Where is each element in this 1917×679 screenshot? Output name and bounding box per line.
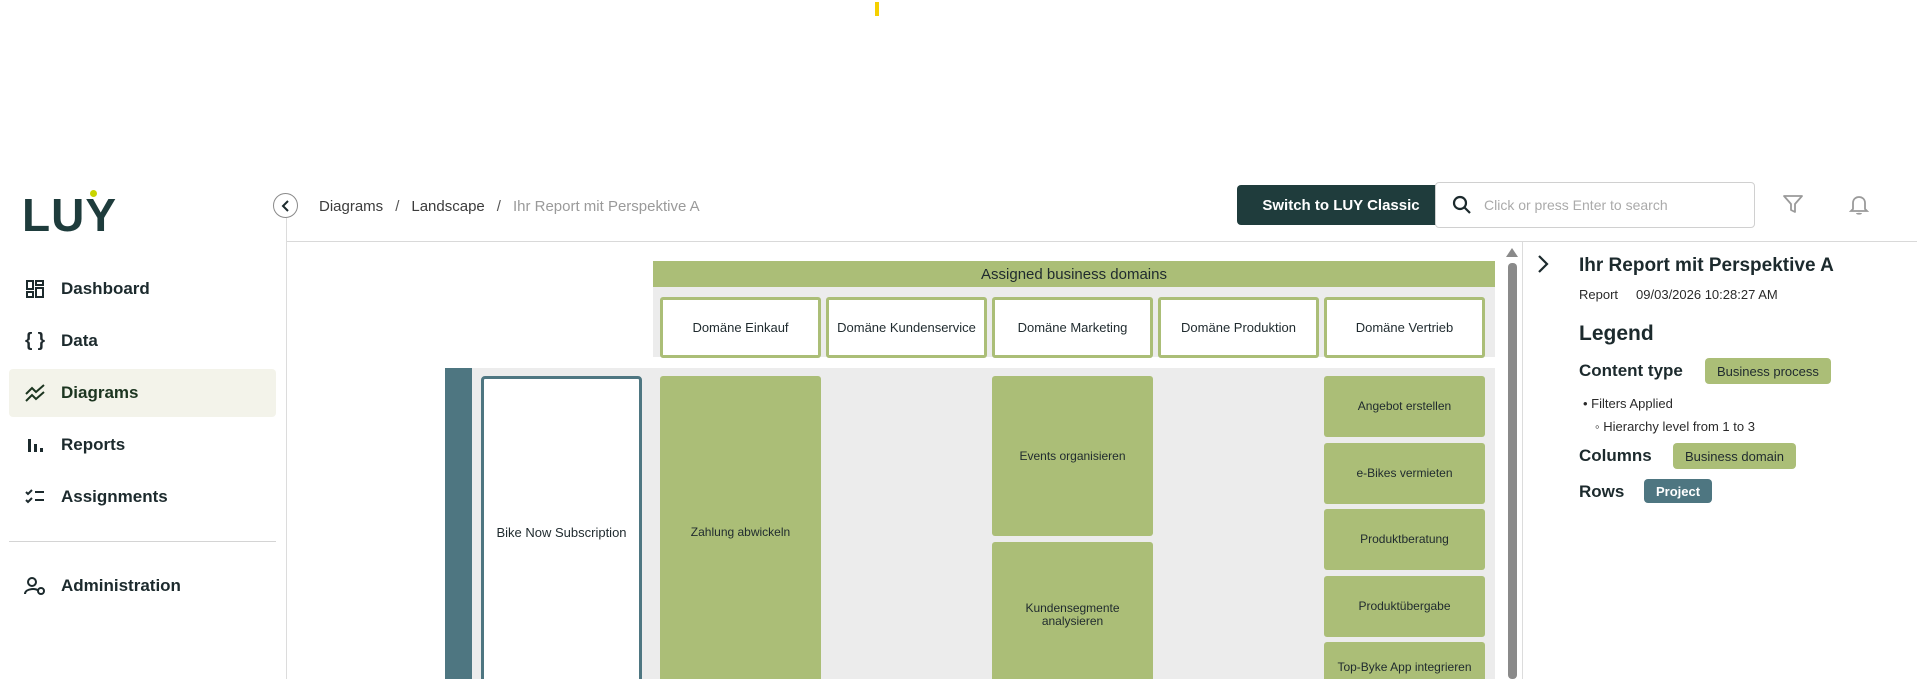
column-header[interactable]: Domäne Einkauf <box>660 297 821 358</box>
filters-applied: • Filters Applied <box>1583 396 1673 411</box>
filter-detail-text: Hierarchy level from 1 to 3 <box>1603 419 1755 434</box>
breadcrumb-separator: / <box>395 197 400 215</box>
business-process[interactable]: Produktberatung <box>1324 509 1485 570</box>
column-header[interactable]: Domäne Vertrieb <box>1324 297 1485 358</box>
sidebar-item-label: Dashboard <box>61 279 150 298</box>
report-meta: Report 09/03/2026 10:28:27 AM <box>1579 287 1778 302</box>
user-settings-icon <box>23 574 47 598</box>
sidebar-item-assignments[interactable]: Assignments <box>9 473 276 521</box>
business-process[interactable]: Top-Byke App integrieren <box>1324 642 1485 679</box>
sidebar-item-diagrams[interactable]: Diagrams <box>9 369 276 417</box>
trend-chart-icon <box>23 381 47 405</box>
business-process[interactable]: Kundensegmente analysieren <box>992 542 1153 679</box>
content-type-chip: Business process <box>1705 358 1831 384</box>
details-panel: Ihr Report mit Perspektive A Report 09/03… <box>1523 242 1917 679</box>
search-input[interactable] <box>1484 197 1744 213</box>
business-process[interactable]: Produktübergabe <box>1324 576 1485 637</box>
report-type: Report <box>1579 287 1619 302</box>
sidebar-item-administration[interactable]: Administration <box>9 562 276 610</box>
search-box[interactable] <box>1435 182 1755 228</box>
diagram-title: Assigned business domains <box>653 261 1495 287</box>
column-header[interactable]: Domäne Kundenservice <box>826 297 987 358</box>
sidebar-item-label: Diagrams <box>61 383 139 402</box>
checklist-icon <box>23 485 47 509</box>
chevron-left-icon <box>281 199 289 212</box>
business-process[interactable]: Zahlung abwickeln <box>660 376 821 679</box>
breadcrumb: Diagrams / Landscape / Ihr Report mit Pe… <box>319 196 700 216</box>
chevron-right-icon[interactable] <box>1533 254 1553 274</box>
column-header[interactable]: Domäne Produktion <box>1158 297 1319 358</box>
dashboard-grid-icon <box>23 277 47 301</box>
business-process[interactable]: Events organisieren <box>992 376 1153 536</box>
empty-cell <box>826 376 987 679</box>
sidebar-item-dashboard[interactable]: Dashboard <box>9 265 276 313</box>
business-process[interactable]: e-Bikes vermieten <box>1324 443 1485 504</box>
breadcrumb-current: Ihr Report mit Perspektive A <box>512 197 700 215</box>
business-process[interactable]: Angebot erstellen <box>1324 376 1485 437</box>
row-header[interactable]: Bike Now Subscription <box>481 376 642 679</box>
sidebar-item-label: Administration <box>61 576 181 595</box>
sidebar-item-label: Data <box>61 331 98 350</box>
vertical-scrollbar-thumb[interactable] <box>1508 263 1517 679</box>
legend-heading: Legend <box>1579 322 1654 345</box>
collapse-sidebar-button[interactable] <box>273 193 298 218</box>
breadcrumb-diagrams[interactable]: Diagrams <box>319 198 383 215</box>
scroll-up-arrow[interactable] <box>1506 248 1518 257</box>
bell-icon[interactable] <box>1848 193 1870 215</box>
landscape-diagram: Assigned business domains Domäne Einkauf… <box>287 242 1522 679</box>
filters-applied-text: Filters Applied <box>1591 396 1673 411</box>
yellow-marker <box>875 2 879 16</box>
sidebar-divider <box>9 541 276 542</box>
content-type-label: Content type <box>1579 361 1683 380</box>
filter-detail: ◦ Hierarchy level from 1 to 3 <box>1595 419 1755 434</box>
logo-accent-dot <box>90 190 97 197</box>
report-date: 09/03/2026 10:28:27 AM <box>1636 287 1778 302</box>
columns-label: Columns <box>1579 446 1652 465</box>
breadcrumb-separator: / <box>496 197 501 215</box>
switch-to-classic-button[interactable]: Switch to LUY Classic <box>1237 185 1445 225</box>
sidebar: LUY Dashboard { } Data Diagrams Reports <box>0 180 287 679</box>
rows-chip: Project <box>1644 479 1713 503</box>
search-icon <box>1452 195 1471 214</box>
column-header[interactable]: Domäne Marketing <box>992 297 1153 358</box>
row-group-bar <box>445 368 472 679</box>
sidebar-item-label: Assignments <box>61 487 168 506</box>
empty-cell <box>1158 376 1319 679</box>
columns-chip: Business domain <box>1673 443 1796 469</box>
sidebar-item-reports[interactable]: Reports <box>9 421 276 469</box>
sidebar-item-data[interactable]: { } Data <box>9 317 276 365</box>
report-title: Ihr Report mit Perspektive A <box>1579 255 1834 276</box>
filter-icon[interactable] <box>1782 193 1804 215</box>
rows-label: Rows <box>1579 482 1625 501</box>
bar-chart-icon <box>23 433 47 457</box>
curly-braces-icon: { } <box>24 330 46 351</box>
sidebar-item-label: Reports <box>61 435 126 454</box>
breadcrumb-landscape[interactable]: Landscape <box>411 198 484 215</box>
app-logo[interactable]: LUY <box>22 188 117 242</box>
